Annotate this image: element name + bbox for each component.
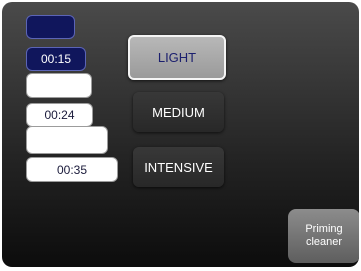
priming-cleaner-button[interactable]: Priming cleaner [288,209,359,263]
time-slot-5[interactable] [26,126,108,154]
control-panel: 00:15 00:24 00:35 LIGHT MEDIUM INTENSIVE… [2,2,359,267]
time-slot-1[interactable] [26,15,75,39]
time-slot-6[interactable]: 00:35 [26,157,118,182]
mode-medium-button[interactable]: MEDIUM [133,92,224,132]
time-slot-3[interactable] [26,73,92,98]
time-slot-2[interactable]: 00:15 [26,47,86,71]
time-slot-4[interactable]: 00:24 [26,103,93,127]
mode-intensive-button[interactable]: INTENSIVE [133,147,224,187]
mode-light-button[interactable]: LIGHT [128,35,226,80]
